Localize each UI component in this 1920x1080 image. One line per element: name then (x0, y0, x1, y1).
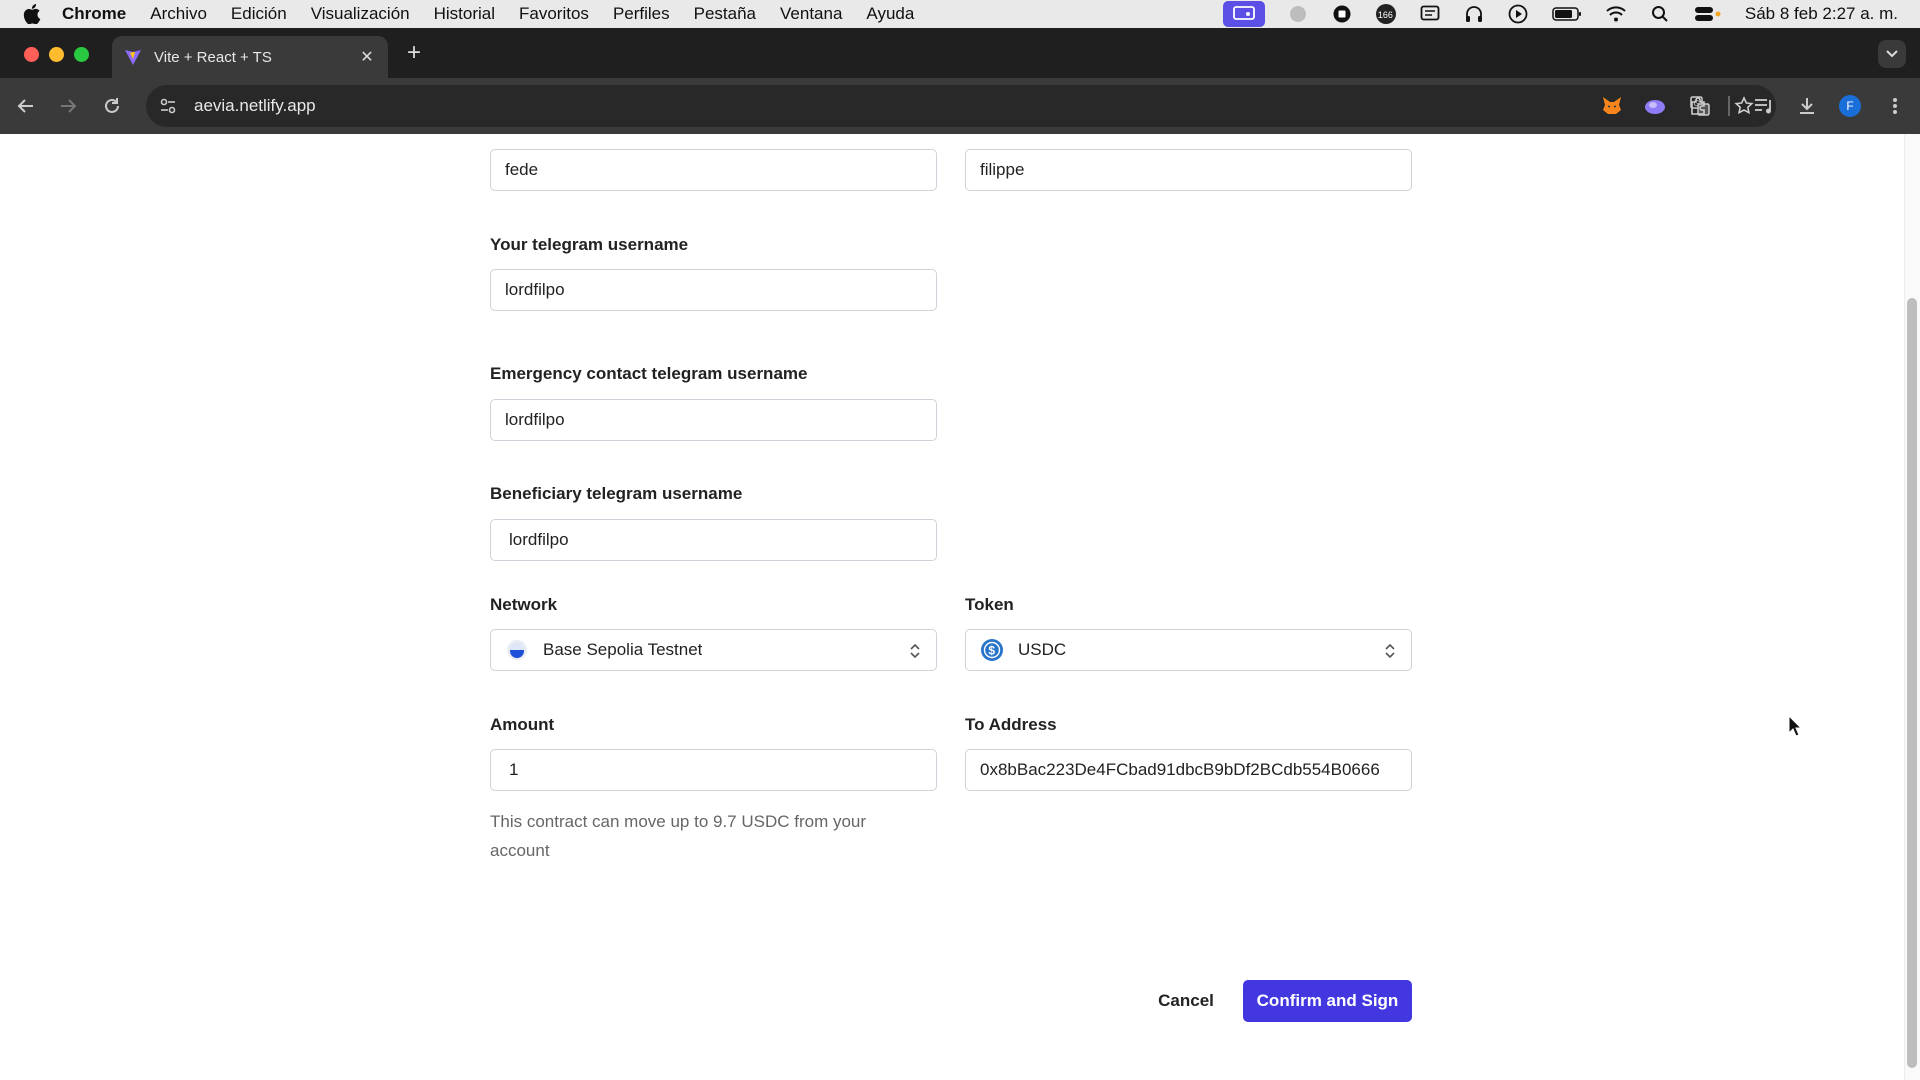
menu-ventana[interactable]: Ventana (780, 4, 842, 24)
network-label: Network (490, 595, 558, 614)
headphones-icon[interactable] (1463, 5, 1485, 23)
beneficiary-value: lordfilpo (509, 530, 569, 549)
base-network-icon (505, 638, 529, 662)
token-label: Token (965, 595, 1014, 614)
emergency-contact-label: Emergency contact telegram username (490, 364, 808, 383)
url-text: aevia.netlify.app (194, 96, 316, 115)
to-address-label: To Address (965, 715, 1057, 734)
extension-cloud-icon[interactable] (1643, 94, 1667, 118)
spotlight-search-icon[interactable] (1649, 5, 1671, 23)
back-button[interactable] (14, 94, 38, 118)
browser-chrome: Vite + React + TS ✕ + aevia.netlify.app … (0, 28, 1920, 134)
vite-logo-icon (124, 48, 142, 66)
chevron-up-down-icon (1385, 643, 1395, 659)
network-value: Base Sepolia Testnet (543, 640, 703, 659)
menu-pestana[interactable]: Pestaña (694, 4, 756, 24)
battery-icon[interactable] (1551, 5, 1583, 23)
token-select[interactable]: $ USDC (965, 629, 1412, 671)
play-icon[interactable] (1507, 4, 1529, 24)
badge-count-icon[interactable]: 166 (1375, 4, 1397, 24)
menu-perfiles[interactable]: Perfiles (613, 4, 670, 24)
beneficiary-label: Beneficiary telegram username (490, 484, 743, 503)
chevron-down-icon (1886, 50, 1898, 58)
telegram-username-value: lordfilpo (505, 280, 565, 299)
media-control-icon[interactable] (1752, 94, 1776, 118)
address-bar[interactable]: aevia.netlify.app G (146, 85, 1776, 127)
stop-icon[interactable] (1331, 5, 1353, 23)
close-window-button[interactable] (24, 47, 39, 62)
menubar-clock[interactable]: Sáb 8 feb 2:27 a. m. (1745, 4, 1898, 24)
svg-text:$: $ (988, 644, 995, 658)
active-tab[interactable]: Vite + React + TS ✕ (112, 36, 388, 78)
last-name-input[interactable]: filippe (965, 149, 1412, 191)
cancel-button[interactable]: Cancel (1150, 980, 1222, 1022)
forward-button[interactable] (56, 94, 80, 118)
amount-value: 1 (509, 760, 519, 779)
reload-button[interactable] (100, 94, 124, 118)
token-value: USDC (1018, 640, 1067, 659)
mouse-cursor-icon (1788, 715, 1802, 737)
to-address-value: 0x8bBac223De4FCbad91dbcB9bDf2BCdb554B066… (980, 760, 1380, 779)
notes-icon[interactable] (1419, 5, 1441, 23)
first-name-value: fede (505, 160, 539, 179)
arrow-right-icon (61, 99, 77, 113)
amount-label: Amount (490, 715, 555, 734)
telegram-username-label: Your telegram username (490, 235, 689, 254)
metamask-fox-icon[interactable] (1600, 94, 1624, 118)
control-center-icon[interactable] (1693, 5, 1723, 23)
beneficiary-input[interactable]: lordfilpo (490, 519, 937, 561)
tab-title: Vite + React + TS (154, 48, 272, 66)
page-scrollbar-thumb[interactable] (1907, 298, 1917, 1068)
minimize-window-button[interactable] (49, 47, 64, 62)
allowance-helper-text: This contract can move up to 9.7 USDC fr… (490, 812, 867, 860)
record-dot-icon[interactable] (1287, 5, 1309, 23)
menu-edicion[interactable]: Edición (231, 4, 287, 24)
browser-toolbar: aevia.netlify.app G F (0, 78, 1920, 134)
menu-archivo[interactable]: Archivo (150, 4, 207, 24)
web-page (0, 134, 1920, 1080)
confirm-and-sign-button[interactable]: Confirm and Sign (1243, 980, 1412, 1022)
first-name-input[interactable]: fede (490, 149, 937, 191)
wifi-icon[interactable] (1605, 5, 1627, 23)
menu-ayuda[interactable]: Ayuda (866, 4, 914, 24)
arrow-left-icon (17, 99, 33, 113)
emergency-contact-input[interactable]: lordfilpo (490, 399, 937, 441)
reload-icon (105, 98, 119, 113)
amount-input[interactable]: 1 (490, 749, 937, 791)
menu-app-name[interactable]: Chrome (62, 4, 126, 24)
telegram-username-input[interactable]: lordfilpo (490, 269, 937, 311)
menu-visualizacion[interactable]: Visualización (311, 4, 410, 24)
screen-share-icon[interactable] (1222, 1, 1265, 27)
status-icons: 166 Sáb 8 feb 2:27 a. m. (1222, 0, 1898, 28)
usdc-token-icon: $ (980, 638, 1004, 662)
downloads-icon[interactable] (1795, 94, 1819, 118)
emergency-contact-value: lordfilpo (505, 410, 565, 429)
tab-strip: Vite + React + TS ✕ + (0, 28, 1920, 78)
chrome-menu-icon[interactable] (1883, 94, 1907, 118)
profile-avatar[interactable]: F (1838, 94, 1862, 118)
tab-close-icon[interactable]: ✕ (358, 48, 376, 66)
network-select[interactable]: Base Sepolia Testnet (490, 629, 937, 671)
to-address-input[interactable]: 0x8bBac223De4FCbad91dbcB9bDf2BCdb554B066… (965, 749, 1412, 791)
menu-favoritos[interactable]: Favoritos (519, 4, 589, 24)
last-name-value: filippe (980, 160, 1025, 179)
tab-search-button[interactable] (1878, 40, 1906, 68)
extensions-puzzle-icon[interactable] (1687, 94, 1711, 118)
toolbar-divider (1728, 96, 1730, 116)
macos-menu-bar: Chrome Archivo Edición Visualización His… (0, 0, 1920, 28)
zoom-window-button[interactable] (74, 47, 89, 62)
chevron-up-down-icon (910, 643, 920, 659)
profile-initial: F (1839, 95, 1861, 117)
menu-historial[interactable]: Historial (434, 4, 495, 24)
apple-icon[interactable] (22, 4, 42, 24)
badge-count: 166 (1377, 10, 1393, 20)
new-tab-button[interactable]: + (402, 41, 426, 66)
site-info-icon[interactable] (156, 94, 180, 118)
window-controls (24, 47, 89, 62)
